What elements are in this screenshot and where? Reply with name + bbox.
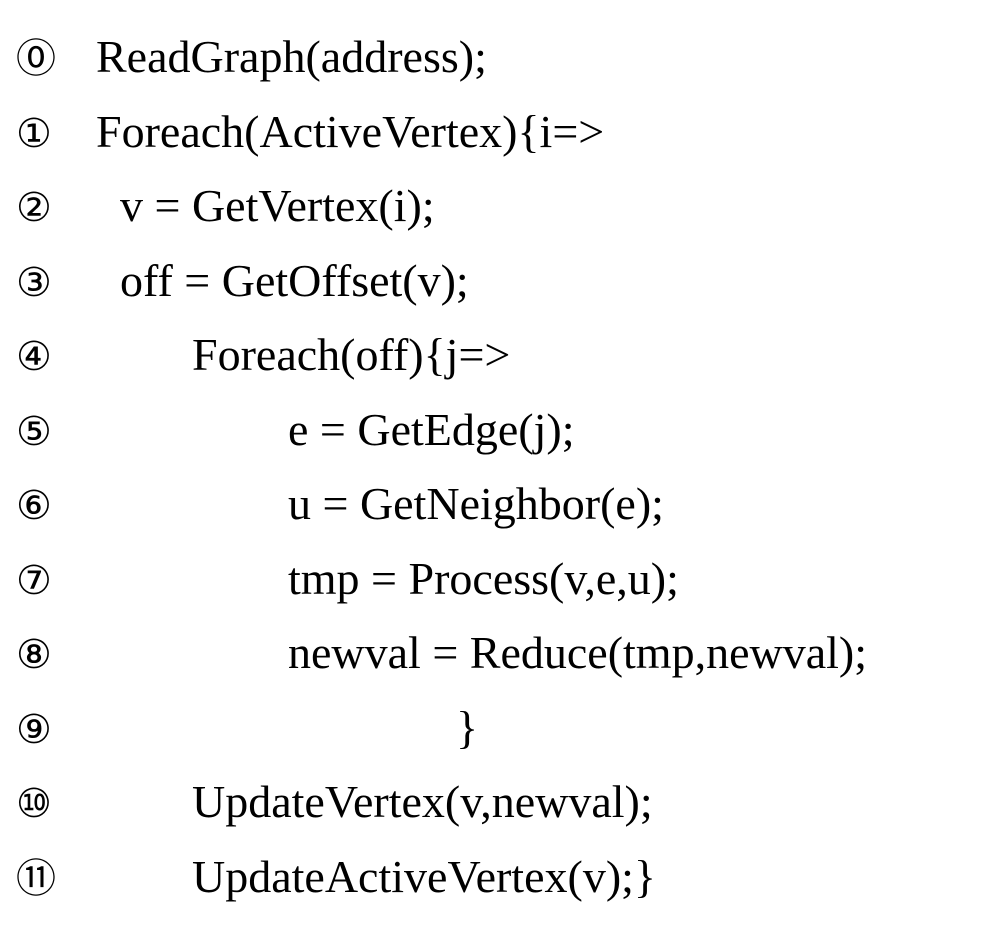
code-line: ③off = GetOffset(v);: [10, 244, 990, 319]
line-number-marker: ⓪: [10, 27, 96, 92]
pseudocode-listing: ⓪ReadGraph(address);①Foreach(ActiveVerte…: [0, 0, 1000, 934]
line-number-marker: ⑩: [10, 772, 96, 837]
line-number-marker: ⑨: [10, 698, 96, 763]
code-line: ①Foreach(ActiveVertex){i=>: [10, 95, 990, 170]
code-text: newval = Reduce(tmp,newval);: [96, 616, 867, 691]
code-line: ⑥u = GetNeighbor(e);: [10, 467, 990, 542]
code-text: Foreach(off){j=>: [96, 318, 510, 393]
code-line: ⓪ReadGraph(address);: [10, 20, 990, 95]
code-line: ⑦tmp = Process(v,e,u);: [10, 542, 990, 617]
line-number-marker: ⑦: [10, 549, 96, 614]
code-line: ④Foreach(off){j=>: [10, 318, 990, 393]
code-text: UpdateActiveVertex(v);}: [96, 840, 656, 915]
code-line: ⑪UpdateActiveVertex(v);}: [10, 840, 990, 915]
code-text: v = GetVertex(i);: [96, 169, 435, 244]
code-line: ⑧newval = Reduce(tmp,newval);: [10, 616, 990, 691]
line-number-marker: ③: [10, 251, 96, 316]
line-number-marker: ⑪: [10, 847, 96, 912]
code-text: }: [96, 691, 478, 766]
code-text: ReadGraph(address);: [96, 20, 487, 95]
line-number-marker: ⑧: [10, 623, 96, 688]
code-line: ⑩UpdateVertex(v,newval);: [10, 765, 990, 840]
line-number-marker: ④: [10, 325, 96, 390]
code-line: ⑤e = GetEdge(j);: [10, 393, 990, 468]
code-text: Foreach(ActiveVertex){i=>: [96, 95, 604, 170]
line-number-marker: ①: [10, 102, 96, 167]
code-text: off = GetOffset(v);: [96, 244, 469, 319]
code-text: UpdateVertex(v,newval);: [96, 765, 653, 840]
code-text: u = GetNeighbor(e);: [96, 467, 664, 542]
line-number-marker: ⑥: [10, 474, 96, 539]
code-line: ⑨}: [10, 691, 990, 766]
code-line: ②v = GetVertex(i);: [10, 169, 990, 244]
line-number-marker: ⑤: [10, 400, 96, 465]
line-number-marker: ②: [10, 176, 96, 241]
code-text: tmp = Process(v,e,u);: [96, 542, 679, 617]
code-text: e = GetEdge(j);: [96, 393, 575, 468]
